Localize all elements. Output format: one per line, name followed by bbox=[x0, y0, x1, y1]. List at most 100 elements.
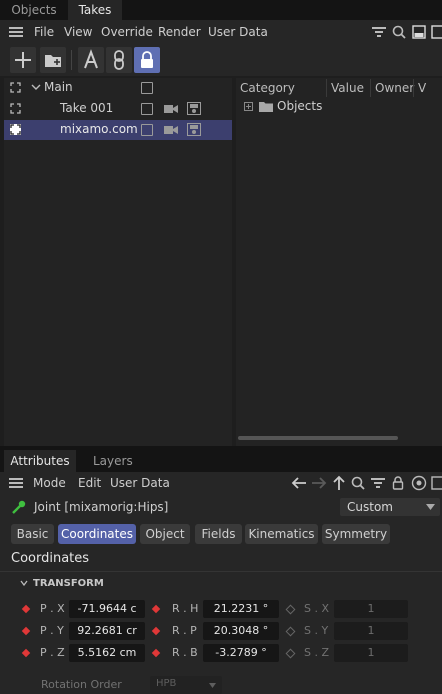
preset-value: Custom bbox=[347, 500, 393, 514]
column-separator bbox=[413, 79, 414, 97]
tab-fields[interactable]: Fields bbox=[195, 524, 242, 544]
position-x-field[interactable]: -71.9644 c bbox=[69, 600, 145, 618]
menu-user-data[interactable]: User Data bbox=[208, 20, 268, 44]
tab-symmetry[interactable]: Symmetry bbox=[322, 524, 390, 544]
folder-icon bbox=[259, 101, 273, 112]
attributes-menu-bar: Mode Edit User Data bbox=[0, 472, 442, 494]
menu-view[interactable]: View bbox=[64, 20, 92, 44]
param-label: S . Z bbox=[304, 646, 330, 659]
tab-objects[interactable]: Objects bbox=[2, 0, 66, 20]
take-dots-icon bbox=[10, 82, 21, 93]
tab-takes[interactable]: Takes bbox=[68, 0, 122, 20]
take-label: mixamo.com bbox=[60, 122, 138, 136]
auto-take-button[interactable] bbox=[78, 47, 104, 73]
maximize-panel-icon[interactable] bbox=[431, 25, 442, 39]
tab-kinematics[interactable]: Kinematics bbox=[245, 524, 318, 544]
chevron-down-icon bbox=[209, 683, 216, 688]
scale-y-field[interactable]: 1 bbox=[334, 622, 408, 640]
layout-panel-icon[interactable] bbox=[412, 25, 426, 39]
param-label: P . Z bbox=[40, 646, 65, 659]
take-label: Take 001 bbox=[60, 101, 114, 115]
rotation-order-dropdown[interactable]: HPB bbox=[150, 676, 222, 694]
column-header-owner[interactable]: Owner bbox=[375, 79, 414, 97]
add-take-button[interactable] bbox=[10, 47, 36, 73]
column-separator bbox=[370, 79, 371, 97]
position-z-field[interactable]: 5.5162 cm bbox=[69, 644, 145, 662]
lock-icon[interactable] bbox=[391, 475, 405, 491]
preset-dropdown[interactable]: Custom bbox=[340, 498, 440, 516]
menu-render[interactable]: Render bbox=[158, 20, 201, 44]
rotation-order-value: HPB bbox=[156, 678, 177, 689]
rotation-p-field[interactable]: 20.3048 ° bbox=[203, 622, 279, 640]
column-header-value[interactable]: Value bbox=[331, 79, 364, 97]
param-label: R . H bbox=[172, 602, 199, 615]
takes-toolbar bbox=[0, 44, 442, 76]
take-checkbox[interactable] bbox=[141, 124, 153, 136]
chevron-down-icon[interactable] bbox=[20, 580, 28, 586]
object-title: Joint [mixamorig:Hips] bbox=[34, 500, 169, 514]
hamburger-menu-icon[interactable] bbox=[9, 477, 23, 489]
search-icon[interactable] bbox=[351, 476, 365, 490]
group-title: TRANSFORM bbox=[33, 578, 104, 589]
section-title: Coordinates bbox=[11, 551, 90, 566]
add-folder-button[interactable] bbox=[40, 47, 66, 73]
lock-icon[interactable] bbox=[134, 47, 160, 73]
tab-coordinates[interactable]: Coordinates bbox=[58, 524, 136, 544]
forward-arrow-icon[interactable] bbox=[311, 476, 327, 490]
take-label: Main bbox=[44, 80, 73, 94]
scale-z-field[interactable]: 1 bbox=[334, 644, 408, 662]
back-arrow-icon[interactable] bbox=[291, 476, 307, 490]
camera-icon[interactable] bbox=[164, 104, 178, 114]
position-y-field[interactable]: 92.2681 cr bbox=[69, 622, 145, 640]
param-label: S . X bbox=[304, 602, 330, 615]
tab-object[interactable]: Object bbox=[140, 524, 190, 544]
take-row-main[interactable]: Main bbox=[4, 78, 232, 98]
override-panel bbox=[236, 78, 442, 446]
camera-icon[interactable] bbox=[164, 125, 178, 135]
panel-tab-bar bbox=[0, 0, 442, 20]
param-label: R . B bbox=[172, 646, 198, 659]
menu-file[interactable]: File bbox=[34, 20, 54, 44]
rotation-h-field[interactable]: 21.2231 ° bbox=[203, 600, 279, 618]
record-target-icon[interactable] bbox=[411, 475, 427, 491]
tab-attributes[interactable]: Attributes bbox=[4, 450, 76, 472]
section-divider bbox=[0, 571, 442, 572]
menu-edit[interactable]: Edit bbox=[78, 472, 101, 494]
render-settings-icon[interactable] bbox=[187, 123, 201, 136]
expand-plus-icon[interactable] bbox=[244, 102, 253, 111]
up-arrow-icon[interactable] bbox=[332, 475, 346, 491]
toolbar-separator bbox=[71, 50, 72, 70]
menu-override[interactable]: Override bbox=[101, 20, 153, 44]
render-settings-icon[interactable] bbox=[187, 102, 201, 115]
take-dots-icon bbox=[10, 124, 21, 135]
menu-user-data[interactable]: User Data bbox=[110, 472, 170, 494]
take-row-selected[interactable]: mixamo.com bbox=[4, 120, 232, 140]
tab-basic[interactable]: Basic bbox=[11, 524, 54, 544]
param-label: S . Y bbox=[304, 624, 329, 637]
scale-x-field[interactable]: 1 bbox=[334, 600, 408, 618]
filter-icon[interactable] bbox=[371, 477, 385, 489]
menu-mode[interactable]: Mode bbox=[33, 472, 66, 494]
coordinates-panel bbox=[0, 548, 442, 694]
take-checkbox[interactable] bbox=[141, 103, 153, 115]
filter-icon[interactable] bbox=[372, 26, 386, 38]
column-header-visibility[interactable]: V bbox=[418, 79, 426, 97]
new-panel-icon[interactable] bbox=[431, 476, 442, 490]
take-row[interactable]: Take 001 bbox=[4, 99, 232, 119]
hamburger-menu-icon[interactable] bbox=[9, 26, 23, 38]
column-separator bbox=[326, 79, 327, 97]
take-checkbox[interactable] bbox=[141, 82, 153, 94]
object-header-row: Joint [mixamorig:Hips] Custom bbox=[0, 494, 442, 520]
search-icon[interactable] bbox=[392, 25, 406, 39]
tab-layers[interactable]: Layers bbox=[93, 450, 133, 472]
chevron-down-icon bbox=[426, 504, 435, 510]
column-header-category[interactable]: Category bbox=[240, 79, 295, 97]
rotation-b-field[interactable]: -3.2789 ° bbox=[203, 644, 279, 662]
horizontal-scrollbar[interactable] bbox=[238, 436, 398, 440]
take-dots-icon bbox=[10, 103, 21, 114]
chevron-down-icon[interactable] bbox=[31, 83, 41, 91]
param-label: R . P bbox=[172, 624, 197, 637]
link-icon[interactable] bbox=[106, 47, 132, 73]
override-tree-item[interactable]: Objects bbox=[277, 99, 322, 113]
rotation-order-label: Rotation Order bbox=[41, 678, 122, 691]
